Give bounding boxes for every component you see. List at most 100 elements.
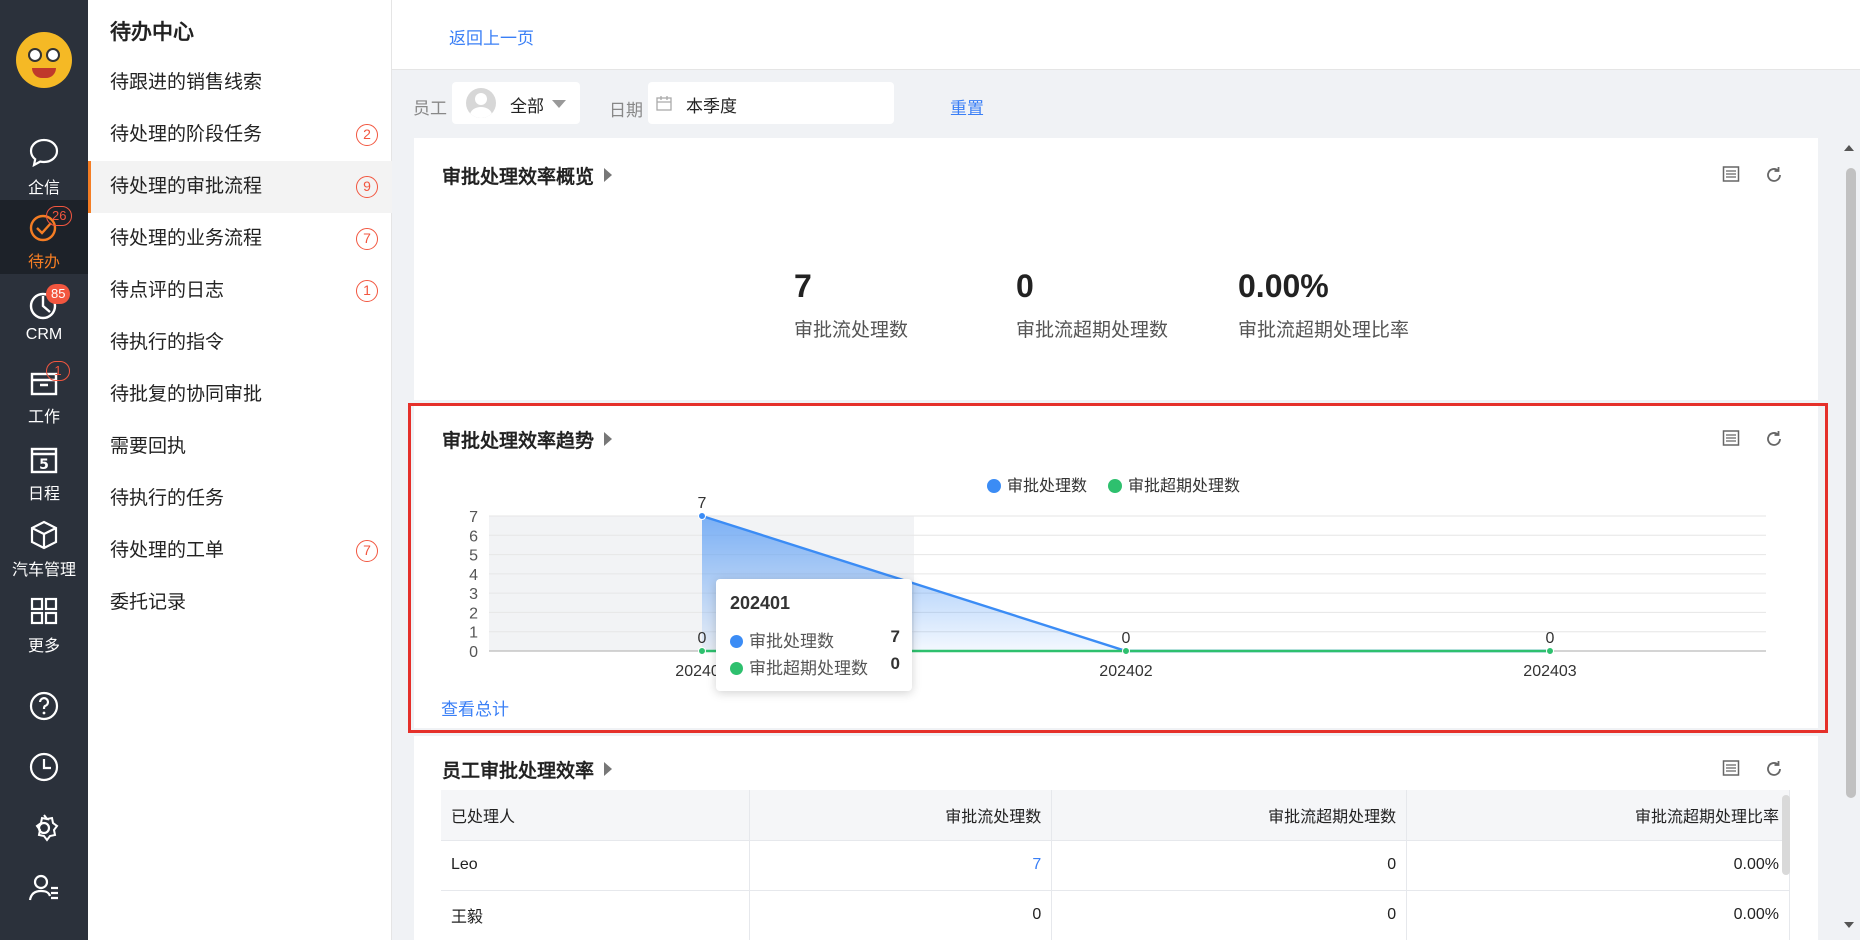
- rail-label: CRM: [25, 326, 63, 343]
- trend-title[interactable]: 审批处理效率趋势: [442, 426, 613, 453]
- employee-table-title-text: 员工审批处理效率: [442, 761, 595, 782]
- overview-title-text: 审批处理效率概览: [442, 167, 595, 188]
- legend-dot: [1108, 479, 1122, 493]
- sidebar-item-approval-flow[interactable]: 待处理的审批流程 9: [88, 161, 392, 213]
- column-header[interactable]: 审批流超期处理比率: [1406, 790, 1790, 841]
- rail-item-todo[interactable]: 26 待办: [0, 200, 88, 274]
- sidebar-item-label: 待跟进的销售线索: [110, 72, 263, 93]
- crm-badge: 85: [46, 284, 71, 304]
- sidebar-item-label: 待批复的协同审批: [110, 384, 263, 405]
- reset-button[interactable]: 重置: [950, 94, 984, 119]
- refresh-icon[interactable]: [1764, 165, 1784, 185]
- card-tools: [1722, 429, 1786, 451]
- app-logo[interactable]: [16, 32, 72, 88]
- rail-label: 企信: [27, 180, 60, 197]
- tooltip-row: 审批超期处理数 0: [730, 654, 900, 679]
- date-filter-label: 日期: [609, 101, 643, 120]
- table-cell: 0: [1051, 840, 1408, 891]
- tooltip-value: 7: [890, 627, 900, 646]
- sidebar-item-business-flow[interactable]: 待处理的业务流程 7: [88, 213, 392, 265]
- sidebar-item-sales-leads[interactable]: 待跟进的销售线索: [88, 57, 392, 109]
- table-row: 王毅 0 0 0.00%: [441, 890, 1790, 940]
- tooltip-value: 0: [890, 654, 900, 673]
- column-header[interactable]: 已处理人: [441, 790, 751, 841]
- overview-title[interactable]: 审批处理效率概览: [442, 162, 613, 189]
- todo-badge: 26: [46, 206, 73, 226]
- table-scrollbar[interactable]: [1782, 795, 1790, 875]
- rail-item-qixin[interactable]: 企信: [0, 126, 88, 200]
- help-icon[interactable]: [26, 688, 62, 724]
- back-link[interactable]: 返回上一页: [449, 24, 534, 49]
- sidebar-item-receipts[interactable]: 需要回执: [88, 421, 392, 473]
- chevron-down-icon: [552, 100, 566, 108]
- sidebar-item-label: 待处理的审批流程: [110, 176, 263, 197]
- legend-item-overdue[interactable]: 审批超期处理数: [1108, 472, 1240, 496]
- rail-item-schedule[interactable]: 5 日程: [0, 432, 88, 506]
- rail-item-work[interactable]: 1 工作: [0, 355, 88, 429]
- trend-card: 审批处理效率趋势: [414, 406, 1818, 728]
- column-header[interactable]: 审批流超期处理数: [1051, 790, 1408, 841]
- rail-item-crm[interactable]: 85 CRM: [0, 278, 88, 352]
- sidebar-item-label: 委托记录: [110, 592, 187, 613]
- grid-icon: [30, 597, 58, 625]
- tooltip-label: 审批处理数: [749, 632, 834, 651]
- calendar-icon: 5: [30, 447, 58, 474]
- legend-dot: [987, 479, 1001, 493]
- tooltip-title: 202401: [730, 593, 791, 613]
- column-header[interactable]: 审批流处理数: [749, 790, 1053, 841]
- table-cell-link[interactable]: 7: [749, 840, 1053, 891]
- count-badge: 1: [356, 280, 378, 302]
- legend-item-processed[interactable]: 审批处理数: [987, 472, 1087, 496]
- sidebar-item-work-orders[interactable]: 待处理的工单 7: [88, 525, 392, 577]
- sidebar-item-tasks[interactable]: 待执行的任务: [88, 473, 392, 525]
- table-view-icon[interactable]: [1722, 759, 1740, 777]
- table-cell: 0: [749, 890, 1053, 940]
- employee-table-title[interactable]: 员工审批处理效率: [442, 756, 613, 783]
- settings-icon[interactable]: [26, 810, 62, 846]
- table-view-icon[interactable]: [1722, 165, 1740, 183]
- calendar-icon: [656, 96, 672, 111]
- tooltip-dot: [730, 662, 743, 675]
- rail-label: 汽车管理: [11, 562, 76, 579]
- chat-bubble-icon: [29, 138, 59, 168]
- view-total-link[interactable]: 查看总计: [441, 695, 509, 720]
- left-nav-rail: 企信 26 待办 85 CRM 1 工作 5 日程 汽车管理 更多: [0, 0, 88, 940]
- date-range-select[interactable]: 本季度: [648, 82, 894, 124]
- history-icon[interactable]: [26, 749, 62, 785]
- sidebar-item-delegation[interactable]: 委托记录: [88, 577, 392, 629]
- sidebar-item-instructions[interactable]: 待执行的指令: [88, 317, 392, 369]
- sidebar-item-stage-tasks[interactable]: 待处理的阶段任务 2: [88, 109, 392, 161]
- table-row: Leo 7 0 0.00%: [441, 840, 1790, 891]
- overview-card: 审批处理效率概览 7 审批流处理数 0 审批流超期处理数 0.00% 审批流超期…: [414, 138, 1818, 400]
- trend-title-text: 审批处理效率趋势: [442, 431, 595, 452]
- refresh-icon[interactable]: [1764, 429, 1784, 449]
- kpi-processed: 7 审批流处理数: [794, 268, 908, 342]
- rail-label: 工作: [27, 409, 60, 426]
- employee-efficiency-table: 已处理人 审批流处理数 审批流超期处理数 审批流超期处理比率 Leo 7 0 0…: [441, 790, 1790, 940]
- employee-select-value: 全部: [510, 97, 544, 116]
- sidebar-item-label: 待处理的业务流程: [110, 228, 263, 249]
- caret-right-icon: [604, 432, 613, 446]
- rail-item-more[interactable]: 更多: [0, 584, 88, 658]
- sidebar-title: 待办中心: [110, 21, 194, 44]
- todo-sidebar: 待办中心 待跟进的销售线索 待处理的阶段任务 2 待处理的审批流程 9 待处理的业务…: [88, 0, 392, 940]
- sidebar-item-label: 待处理的工单: [110, 540, 225, 561]
- sidebar-item-label: 待执行的任务: [110, 488, 225, 509]
- count-badge: 7: [356, 228, 378, 250]
- page-scrollbar-thumb[interactable]: [1846, 168, 1856, 798]
- refresh-icon[interactable]: [1764, 759, 1784, 779]
- chart-tooltip: 202401 审批处理数 7 审批超期处理数 0: [716, 579, 912, 691]
- top-header: 返回上一页: [392, 0, 1860, 70]
- tooltip-row: 审批处理数 7: [730, 627, 900, 652]
- employee-select[interactable]: 全部: [452, 82, 580, 124]
- kpi-overdue-rate: 0.00% 审批流超期处理比率: [1238, 268, 1409, 342]
- sidebar-item-log-review[interactable]: 待点评的日志 1: [88, 265, 392, 317]
- user-admin-icon[interactable]: [26, 870, 62, 906]
- calendar-day: 5: [39, 457, 49, 473]
- scroll-down-arrow-icon[interactable]: [1844, 922, 1854, 928]
- sidebar-item-label: 待处理的阶段任务: [110, 124, 263, 145]
- scroll-up-arrow-icon[interactable]: [1844, 145, 1854, 151]
- table-view-icon[interactable]: [1722, 429, 1740, 447]
- rail-item-car-management[interactable]: 汽车管理: [0, 508, 88, 582]
- sidebar-item-collab-approval[interactable]: 待批复的协同审批: [88, 369, 392, 421]
